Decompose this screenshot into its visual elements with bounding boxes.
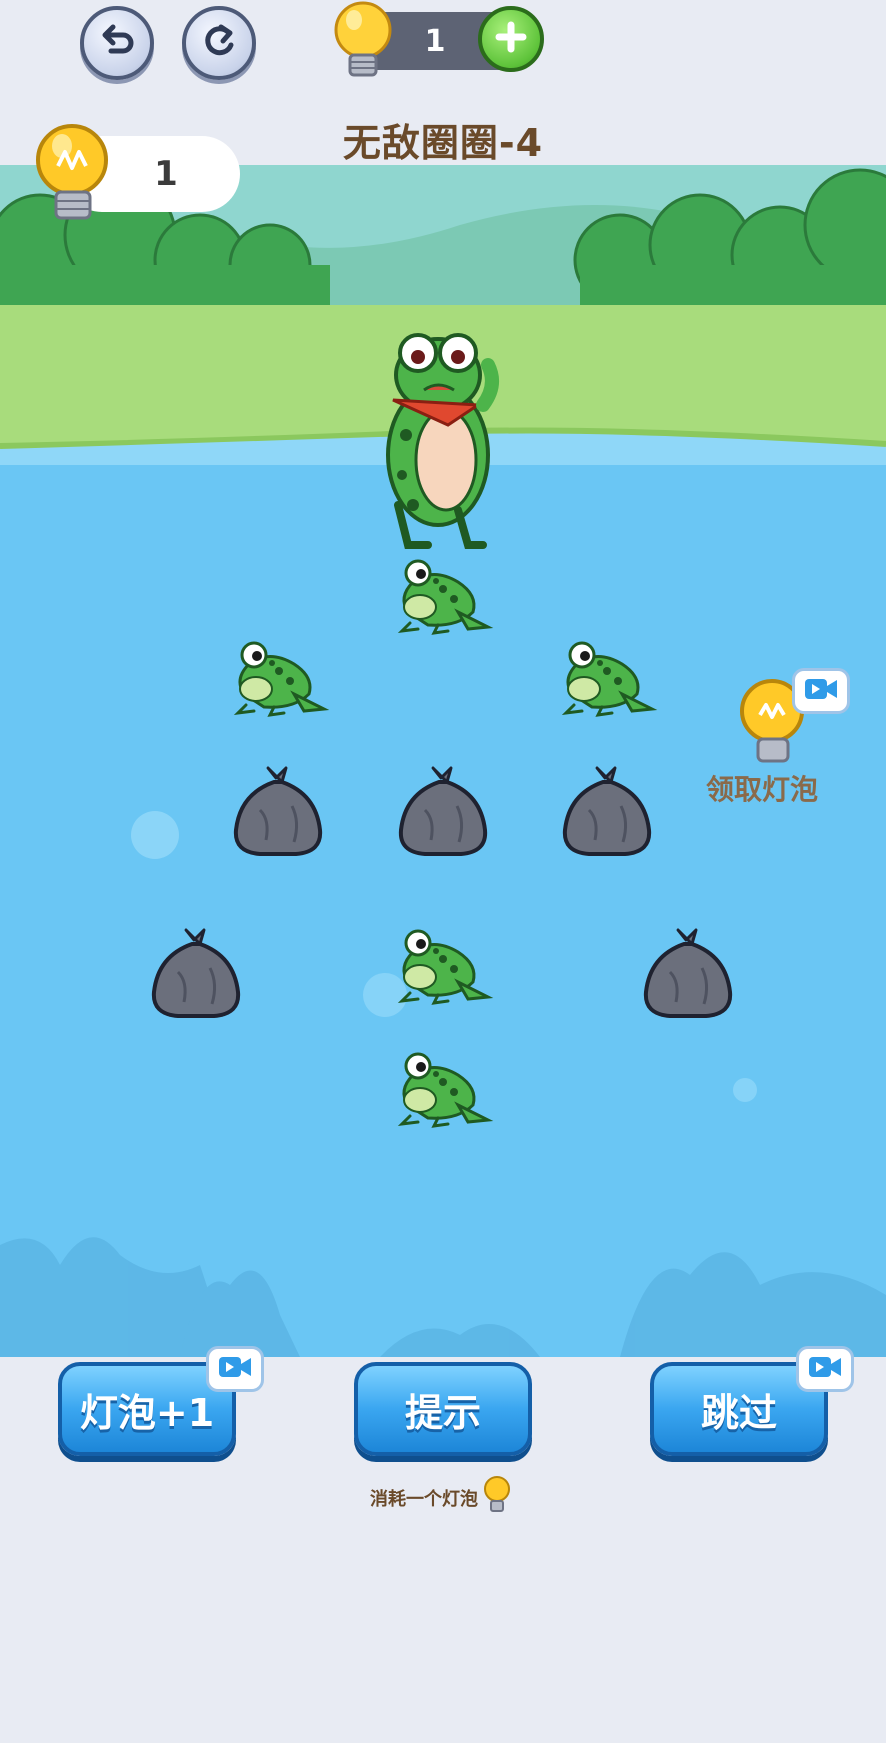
hint-button[interactable]: 提示 [354,1362,532,1456]
claim-bulb-label: 领取灯泡 [706,773,819,806]
skip-video-badge [796,1346,854,1392]
undo-button[interactable] [80,6,154,80]
redo-arrow-icon [199,21,239,65]
bulb-count-value: 1 [154,154,178,194]
add-bulb-plus-button[interactable] [478,6,544,72]
lightbulb-icon [482,1474,512,1521]
add-bulb-video-badge [206,1346,264,1392]
undo-arrow-icon [97,21,137,65]
video-icon [808,1355,842,1383]
claim-video-badge [792,668,850,714]
hint-label: 提示 [404,1390,481,1435]
skip-label: 跳过 [700,1390,777,1435]
plus-icon [493,19,529,59]
hint-cost-note: 消耗一个灯泡 [370,1474,512,1521]
video-icon [218,1355,252,1383]
lightbulb-icon [330,0,396,88]
video-icon [804,677,838,705]
hint-cost-text: 消耗一个灯泡 [370,1488,478,1510]
lightbulb-icon [34,118,114,232]
bulb-counter-value: 1 [424,23,446,59]
redo-button[interactable] [182,6,256,80]
add-bulb-label: 灯泡+1 [79,1390,215,1435]
